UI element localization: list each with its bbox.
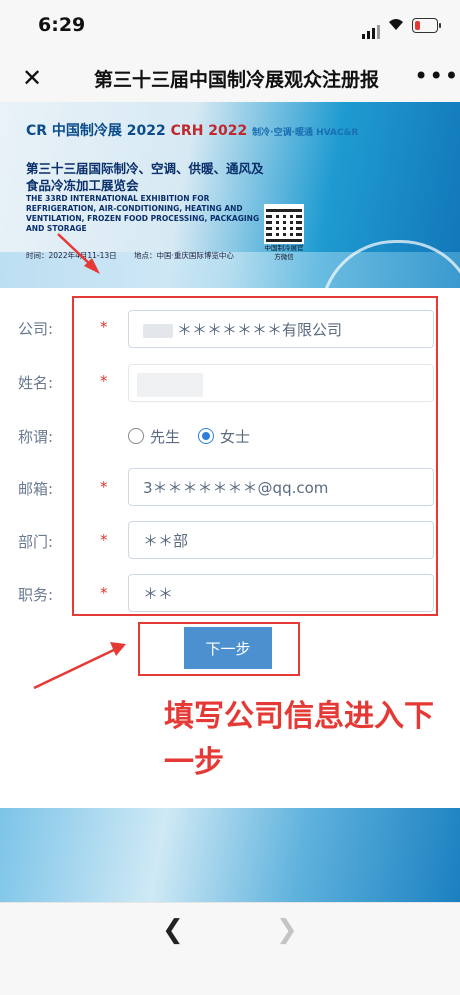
arrow-to-button	[33, 642, 126, 690]
bottom-toolbar: ❮ ❯	[0, 902, 460, 995]
forward-icon[interactable]: ❯	[276, 915, 298, 945]
back-icon[interactable]: ❮	[162, 915, 184, 945]
footer-banner	[0, 808, 460, 902]
arrow-to-banner	[57, 233, 100, 274]
annotation-note: 填写公司信息进入下一步	[164, 699, 434, 780]
